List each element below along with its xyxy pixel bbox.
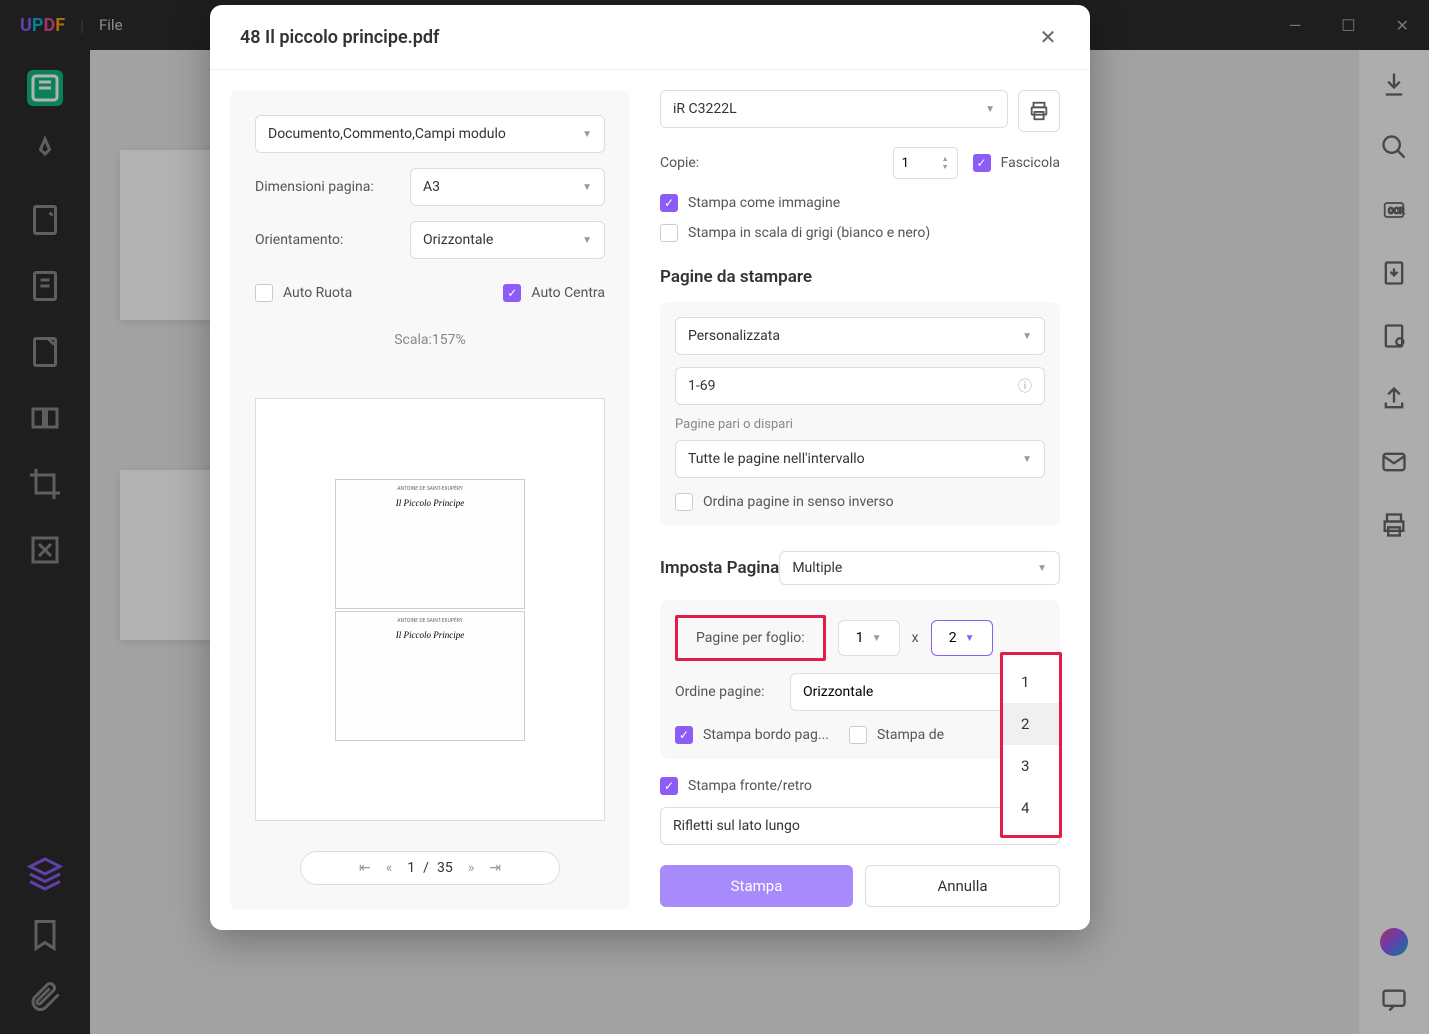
chevron-down-icon: ▼ (1022, 331, 1032, 342)
chevron-down-icon: ▼ (582, 235, 592, 246)
chevron-down-icon: ▼ (872, 633, 882, 644)
dropdown-option-3[interactable]: 3 (1003, 745, 1059, 787)
copies-input[interactable]: 1 ▲▼ (893, 147, 958, 179)
auto-rotate-label: Auto Ruota (283, 285, 352, 301)
chevron-down-icon: ▼ (582, 129, 592, 140)
range-mode-select[interactable]: Personalizzata ▼ (675, 317, 1045, 355)
page-size-label: Dimensioni pagina: (255, 179, 395, 195)
content-select[interactable]: Documento,Commento,Campi modulo ▼ (255, 115, 605, 153)
pps-y-select[interactable]: 2 ▼ (931, 620, 993, 656)
chevron-down-icon: ▼ (1022, 454, 1032, 465)
modal-header: 48 Il piccolo principe.pdf ✕ (210, 5, 1090, 69)
pager-first-icon[interactable]: ⇤ (359, 860, 371, 876)
chevron-down-icon: ▼ (985, 104, 995, 115)
copies-label: Copie: (660, 155, 878, 171)
pager-total: 35 (437, 860, 453, 876)
print-de-label: Stampa de (877, 727, 944, 743)
dropdown-option-4[interactable]: 4 (1003, 787, 1059, 829)
pager-next-icon[interactable]: » (468, 860, 475, 876)
preview-pages: ANTOINE DE SAINT-EXUPÉRY Il Piccolo Prin… (255, 398, 605, 821)
chevron-down-icon: ▼ (582, 182, 592, 193)
help-icon[interactable]: ⓘ (1018, 376, 1032, 396)
pps-y-dropdown: 1 2 3 4 (1000, 652, 1062, 838)
preview-panel: Documento,Commento,Campi modulo ▼ Dimens… (210, 70, 650, 930)
auto-center-checkbox[interactable]: ✓ (503, 284, 521, 302)
dropdown-option-1[interactable]: 1 (1003, 661, 1059, 703)
cancel-button[interactable]: Annulla (865, 865, 1060, 907)
order-label: Ordine pagine: (675, 684, 775, 700)
printer-select[interactable]: iR C3222L ▼ (660, 90, 1008, 128)
print-de-checkbox[interactable] (849, 726, 867, 744)
settings-panel: iR C3222L ▼ Copie: 1 ▲▼ ✓ Fascicola (650, 70, 1090, 930)
reverse-order-checkbox[interactable] (675, 493, 693, 511)
grayscale-checkbox[interactable] (660, 224, 678, 242)
odd-even-select[interactable]: Tutte le pagine nell'intervallo ▼ (675, 440, 1045, 478)
chevron-down-icon: ▼ (1037, 563, 1047, 574)
pages-section-title: Pagine da stampare (660, 267, 1060, 287)
pps-x-select[interactable]: 1 ▼ (838, 620, 900, 656)
setup-section-title: Imposta Pagina (660, 558, 779, 578)
auto-rotate-checkbox[interactable] (255, 284, 273, 302)
orientation-select[interactable]: Orizzontale ▼ (410, 221, 605, 259)
printer-properties-button[interactable] (1018, 90, 1060, 132)
setup-mode-select[interactable]: Multiple ▼ (779, 551, 1060, 585)
pager-prev-icon[interactable]: « (386, 860, 393, 876)
close-icon[interactable]: ✕ (1036, 25, 1060, 49)
range-input[interactable]: 1-69 ⓘ (675, 367, 1045, 405)
odd-even-label: Pagine pari o dispari (675, 417, 1045, 432)
auto-center-label: Auto Centra (531, 285, 605, 301)
grayscale-label: Stampa in scala di grigi (bianco e nero) (688, 225, 930, 241)
print-dialog: 48 Il piccolo principe.pdf ✕ Documento,C… (210, 5, 1090, 930)
print-as-image-checkbox[interactable]: ✓ (660, 194, 678, 212)
modal-title: 48 Il piccolo principe.pdf (240, 27, 439, 48)
dropdown-option-2[interactable]: 2 (1003, 703, 1059, 745)
preview-page-1: ANTOINE DE SAINT-EXUPÉRY Il Piccolo Prin… (335, 479, 525, 609)
collate-checkbox[interactable]: ✓ (973, 154, 991, 172)
pager: ⇤ « 1 / 35 » ⇥ (300, 851, 560, 885)
print-border-checkbox[interactable]: ✓ (675, 726, 693, 744)
print-button[interactable]: Stampa (660, 865, 853, 907)
duplex-label: Stampa fronte/retro (688, 778, 812, 794)
duplex-checkbox[interactable]: ✓ (660, 777, 678, 795)
print-border-label: Stampa bordo pag... (703, 727, 829, 743)
preview-page-2: ANTOINE DE SAINT-EXUPÉRY Il Piccolo Prin… (335, 611, 525, 741)
orientation-label: Orientamento: (255, 232, 395, 248)
collate-label: Fascicola (1001, 155, 1060, 171)
reverse-order-label: Ordina pagine in senso inverso (703, 494, 894, 510)
pages-per-sheet-label: Pagine per foglio: (675, 615, 826, 661)
scale-text: Scala:157% (255, 332, 605, 348)
chevron-down-icon: ▼ (965, 633, 975, 644)
pager-current[interactable]: 1 (407, 860, 415, 876)
pager-last-icon[interactable]: ⇥ (489, 860, 501, 876)
page-size-select[interactable]: A3 ▼ (410, 168, 605, 206)
print-as-image-label: Stampa come immagine (688, 195, 840, 211)
